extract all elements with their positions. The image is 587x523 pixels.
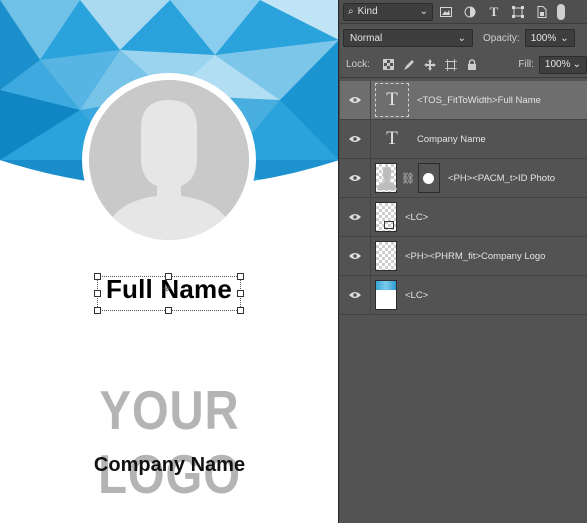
layers-list: T <TOS_FitToWidth>Full Name T Company Na… <box>340 80 587 315</box>
layer-thumbnail <box>375 202 397 232</box>
divider <box>370 119 371 159</box>
move-cursor-icon: ⌖ <box>163 280 171 296</box>
layer-row[interactable]: T Company Name <box>340 119 587 159</box>
divider <box>370 197 371 237</box>
filter-kind-label: Kind <box>357 6 378 17</box>
type-filter-icon[interactable]: T <box>483 3 505 21</box>
chevron-down-icon: ⌄ <box>560 32 569 44</box>
blend-mode-label: Normal <box>350 32 383 44</box>
chevron-down-icon: ⌄ <box>419 6 428 17</box>
visibility-eye-icon[interactable] <box>340 252 370 260</box>
visibility-eye-icon[interactable] <box>340 96 370 104</box>
chevron-down-icon: ⌄ <box>457 32 466 44</box>
smart-object-filter-icon[interactable] <box>531 3 553 21</box>
divider <box>370 80 371 120</box>
search-icon: ⌕ <box>348 6 354 17</box>
layer-name[interactable]: <LC> <box>405 290 428 301</box>
photoshop-workspace: Full Name ⌖ YOUR LOGO Company Name ⌕ Kin… <box>0 0 587 523</box>
person-thumbnail-icon <box>377 167 397 190</box>
layer-name[interactable]: <TOS_FitToWidth>Full Name <box>417 95 541 106</box>
placeholder-frame-icon <box>384 221 394 229</box>
opacity-input[interactable]: 100% ⌄ <box>524 29 575 47</box>
fill-input[interactable]: 100% ⌄ <box>538 55 587 74</box>
layer-row[interactable]: <LC> <box>340 197 587 237</box>
divider <box>370 236 371 276</box>
visibility-eye-icon[interactable] <box>340 291 370 299</box>
layer-name[interactable]: <LC> <box>405 212 428 223</box>
lock-label: Lock: <box>346 59 370 70</box>
layer-thumbnail <box>375 280 397 310</box>
company-logo-placeholder[interactable]: YOUR LOGO <box>24 378 316 506</box>
layer-row[interactable]: <PH><PHRM_fit>Company Logo <box>340 236 587 276</box>
layer-row[interactable]: <LC> <box>340 275 587 315</box>
lock-artboard-icon[interactable] <box>441 55 462 75</box>
opacity-value: 100% <box>530 32 557 44</box>
layer-filter-bar: ⌕ Kind ⌄ T <box>340 0 587 24</box>
lock-options-bar: Lock: Fill: 100% ⌄ <box>340 52 587 78</box>
adjustment-filter-icon[interactable] <box>459 3 481 21</box>
header-preview <box>376 281 396 290</box>
visibility-eye-icon[interactable] <box>340 213 370 221</box>
text-layer-thumbnail-icon: T <box>386 128 398 149</box>
fill-value: 100% <box>544 59 571 70</box>
divider <box>370 275 371 315</box>
fill-label: Fill: <box>518 59 534 70</box>
layer-thumbnail <box>375 241 397 271</box>
layer-row[interactable]: ⛓ <PH><PACM_t>ID Photo <box>340 158 587 198</box>
opacity-label: Opacity: <box>483 32 520 44</box>
lock-position-icon[interactable] <box>420 55 441 75</box>
chevron-down-icon: ⌄ <box>572 59 581 70</box>
document-canvas[interactable]: Full Name ⌖ YOUR LOGO Company Name <box>0 0 339 523</box>
visibility-eye-icon[interactable] <box>340 174 370 182</box>
lock-all-icon[interactable] <box>461 55 482 75</box>
person-silhouette-icon <box>89 80 249 240</box>
text-layer-thumbnail-icon: T <box>375 83 409 117</box>
lock-image-pixels-icon[interactable] <box>399 55 420 75</box>
filter-toggle-switch[interactable] <box>557 3 565 20</box>
shape-filter-icon[interactable] <box>507 3 529 21</box>
layer-name[interactable]: <PH><PHRM_fit>Company Logo <box>405 251 545 262</box>
transform-handle[interactable] <box>237 307 244 314</box>
layer-thumbnail <box>375 163 397 193</box>
blend-options-bar: Normal ⌄ Opacity: 100% ⌄ <box>340 26 587 50</box>
layer-row[interactable]: T <TOS_FitToWidth>Full Name <box>340 80 587 120</box>
layers-panel: ⌕ Kind ⌄ T Normal ⌄ Opacity: 100% ⌄ Lock… <box>340 0 587 523</box>
divider <box>370 158 371 198</box>
filter-kind-select[interactable]: ⌕ Kind ⌄ <box>343 2 433 21</box>
lock-transparent-pixels-icon[interactable] <box>378 55 399 75</box>
layer-name[interactable]: Company Name <box>417 134 486 145</box>
layer-mask-thumbnail[interactable] <box>417 163 440 193</box>
id-photo-placeholder[interactable] <box>89 80 249 240</box>
chain-link-icon[interactable]: ⛓ <box>401 172 415 185</box>
transform-handle[interactable] <box>94 307 101 314</box>
blend-mode-select[interactable]: Normal ⌄ <box>343 29 473 47</box>
visibility-eye-icon[interactable] <box>340 135 370 143</box>
image-filter-icon[interactable] <box>435 3 457 21</box>
company-name-text[interactable]: Company Name <box>0 454 338 477</box>
layer-name[interactable]: <PH><PACM_t>ID Photo <box>448 173 555 184</box>
transform-handle[interactable] <box>165 307 172 314</box>
